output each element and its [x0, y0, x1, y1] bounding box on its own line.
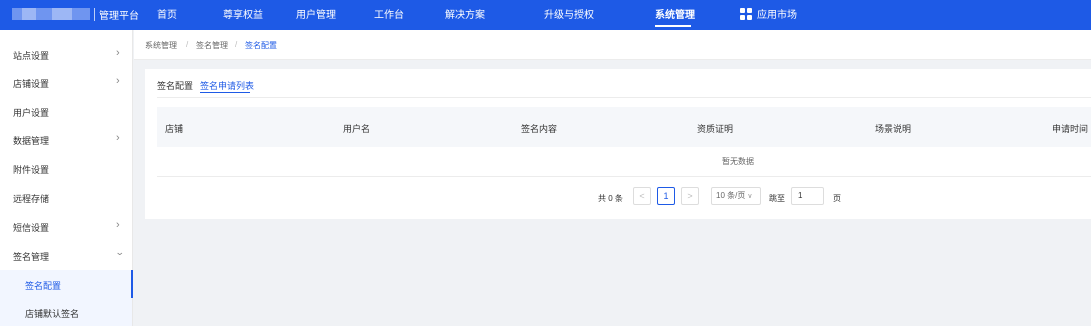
- sidebar-item-label: 用户设置: [13, 108, 50, 118]
- chevron-down-icon: ∨: [747, 193, 753, 200]
- breadcrumb: 系统管理 / 签名管理 / 签名配置: [134, 30, 1091, 60]
- jump-label: 跳至: [769, 194, 785, 203]
- nav-user-management[interactable]: 用户管理: [296, 6, 336, 21]
- active-indicator: [131, 270, 133, 298]
- column-header-store: 店铺: [165, 124, 184, 134]
- nav-home[interactable]: 首页: [157, 6, 177, 21]
- top-navbar: 管理平台 首页 尊享权益 用户管理 工作台 解决方案 升级与授权 系统管理 应用…: [0, 0, 1091, 30]
- sidebar-item-label: 附件设置: [13, 165, 50, 175]
- nav-system-management[interactable]: 系统管理: [655, 6, 695, 21]
- sidebar-item-label: 站点设置: [13, 51, 50, 61]
- sidebar-item-store-default-signature[interactable]: 店铺默认签名: [0, 298, 132, 326]
- sidebar-item-label: 短信设置: [13, 223, 50, 233]
- content-card: 签名配置 签名申请列表 店铺 用户名 签名内容 资质证明 场景说明 申请时间 暂…: [145, 69, 1091, 219]
- sidebar-item-label: 签名管理: [13, 252, 50, 262]
- sidebar-item-attachment-settings[interactable]: 附件设置: [0, 154, 132, 182]
- table-empty-row: 暂无数据: [157, 147, 1091, 177]
- brand-name: 管理平台: [99, 11, 139, 22]
- breadcrumb-current: 签名配置: [245, 41, 277, 50]
- nav-premium-benefits[interactable]: 尊享权益: [223, 6, 263, 21]
- sidebar-item-site-settings[interactable]: 站点设置 ›: [0, 40, 132, 68]
- nav-solutions[interactable]: 解决方案: [445, 6, 485, 21]
- breadcrumb-item[interactable]: 签名管理: [196, 40, 228, 51]
- column-header-signature-content: 签名内容: [521, 124, 558, 134]
- sidebar-item-user-settings[interactable]: 用户设置: [0, 97, 132, 125]
- column-header-scenario: 场景说明: [875, 124, 912, 134]
- page-size-select[interactable]: 10 条/页 ∨: [711, 187, 761, 205]
- jump-page-input[interactable]: 1: [791, 187, 824, 205]
- column-header-qualification: 资质证明: [697, 124, 734, 134]
- nav-app-market[interactable]: 应用市场: [757, 6, 797, 21]
- page-suffix: 页: [833, 194, 841, 203]
- table-header: 店铺 用户名 签名内容 资质证明 场景说明 申请时间: [157, 107, 1091, 147]
- app-grid-icon: [740, 8, 752, 20]
- chevron-right-icon: ›: [116, 75, 120, 87]
- sidebar-item-remote-storage[interactable]: 远程存储: [0, 183, 132, 211]
- current-page-button[interactable]: 1: [657, 187, 675, 205]
- nav-workbench[interactable]: 工作台: [374, 6, 404, 21]
- sidebar-item-store-settings[interactable]: 店铺设置 ›: [0, 68, 132, 96]
- tab-divider: [157, 97, 1091, 98]
- chevron-right-icon: ›: [116, 219, 120, 231]
- sidebar-item-label: 数据管理: [13, 136, 50, 146]
- active-tab-indicator: [200, 92, 250, 93]
- page-size-value: 10 条/页: [716, 191, 746, 200]
- breadcrumb-separator: /: [235, 40, 238, 49]
- nav-upgrade-license[interactable]: 升级与授权: [544, 6, 594, 21]
- empty-text: 暂无数据: [722, 157, 754, 166]
- logo: [12, 8, 90, 20]
- sidebar: 站点设置 › 店铺设置 › 用户设置 数据管理 › 附件设置 远程存储 短信设置…: [0, 30, 133, 326]
- sidebar-item-label: 店铺默认签名: [25, 309, 80, 319]
- breadcrumb-item[interactable]: 系统管理: [145, 40, 177, 51]
- pagination-total: 共 0 条: [598, 194, 623, 203]
- column-header-apply-time: 申请时间: [1052, 124, 1089, 134]
- sidebar-item-data-management[interactable]: 数据管理 ›: [0, 125, 132, 153]
- chevron-right-icon: ›: [116, 47, 120, 59]
- sidebar-item-label: 店铺设置: [13, 79, 50, 89]
- chevron-down-icon: ⌄: [114, 247, 125, 257]
- sidebar-item-signature-management[interactable]: 签名管理 ⌄: [0, 241, 132, 269]
- tab-signature-applications[interactable]: 签名申请列表: [200, 79, 254, 92]
- column-header-username: 用户名: [343, 124, 371, 134]
- sidebar-item-label: 签名配置: [25, 281, 62, 291]
- sidebar-item-sms-settings[interactable]: 短信设置 ›: [0, 212, 132, 240]
- sidebar-item-label: 远程存储: [13, 194, 50, 204]
- sidebar-item-signature-config[interactable]: 签名配置: [0, 270, 133, 298]
- chevron-right-icon: ›: [116, 132, 120, 144]
- prev-page-button[interactable]: <: [633, 187, 651, 205]
- tab-signature-config[interactable]: 签名配置: [157, 79, 193, 92]
- next-page-button[interactable]: >: [681, 187, 699, 205]
- brand-divider: [94, 8, 95, 21]
- active-nav-indicator: [655, 25, 691, 27]
- breadcrumb-separator: /: [186, 40, 189, 49]
